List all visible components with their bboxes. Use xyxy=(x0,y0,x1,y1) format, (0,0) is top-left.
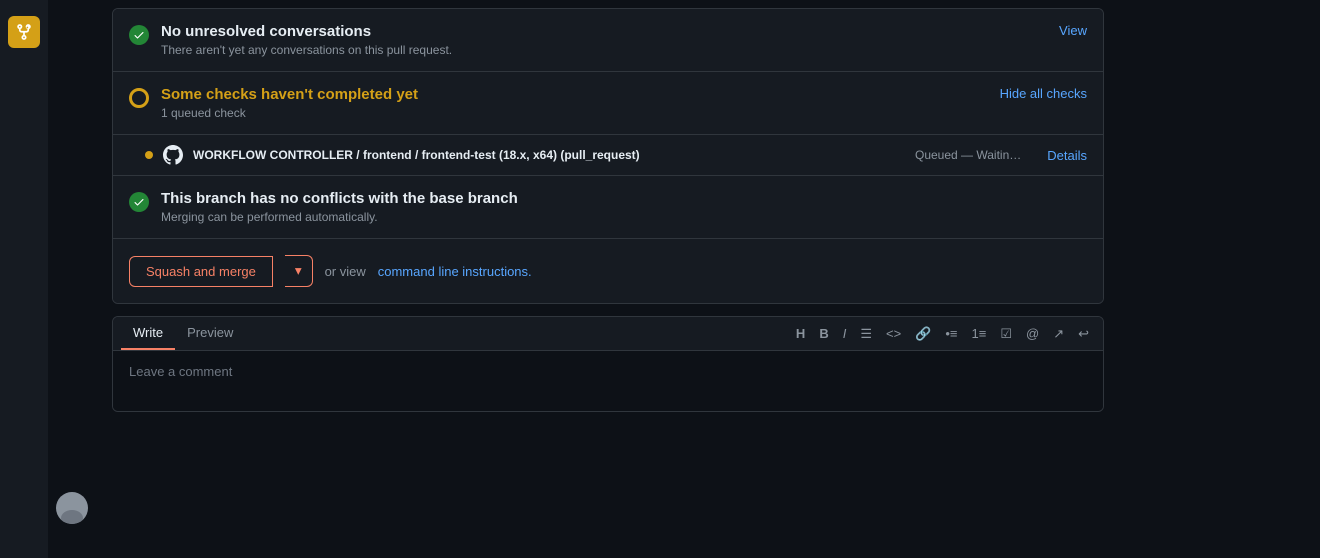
italic-icon-btn[interactable]: I xyxy=(837,322,853,345)
right-spacer xyxy=(1120,0,1320,558)
workflow-details-link[interactable]: Details xyxy=(1047,148,1087,163)
workflow-status-text: Queued — Waitin… xyxy=(915,148,1021,162)
pending-checks-section: Some checks haven't completed yet 1 queu… xyxy=(113,72,1103,135)
conversations-status-icon xyxy=(129,25,149,45)
avatar xyxy=(56,492,88,524)
no-conflicts-subtitle: Merging can be performed automatically. xyxy=(161,210,518,224)
toolbar-icons: H B I ☰ <> 🔗 •≡ 1≡ ☑ @ ↗ ↩ xyxy=(790,318,1095,350)
pending-checks-title: Some checks haven't completed yet xyxy=(161,86,418,103)
avatar-sidebar xyxy=(48,0,96,558)
task-list-icon-btn[interactable]: ☑ xyxy=(994,322,1018,346)
workflow-status-dot xyxy=(145,151,153,159)
git-merge-icon xyxy=(8,16,40,48)
workflow-name: WORKFLOW CONTROLLER / frontend / fronten… xyxy=(193,148,905,162)
workflow-row: WORKFLOW CONTROLLER / frontend / fronten… xyxy=(113,135,1103,176)
pending-checks-subtitle: 1 queued check xyxy=(161,106,418,120)
pr-checks-container: No unresolved conversations There aren't… xyxy=(112,8,1104,304)
no-conversations-title: No unresolved conversations xyxy=(161,23,452,40)
no-conversations-subtitle: There aren't yet any conversations on th… xyxy=(161,43,452,57)
undo-icon-btn[interactable]: ↩ xyxy=(1072,322,1095,346)
comment-toolbar: Write Preview H B I ☰ <> 🔗 •≡ 1≡ ☑ @ ↗ ↩ xyxy=(113,317,1103,351)
mention-icon-btn[interactable]: @ xyxy=(1020,322,1045,345)
pending-checks-inner: Some checks haven't completed yet 1 queu… xyxy=(161,86,1087,120)
link-icon-btn[interactable]: 🔗 xyxy=(909,322,937,346)
pending-checks-icon xyxy=(129,88,149,108)
no-conflicts-status-icon xyxy=(129,192,149,212)
heading-icon-btn[interactable]: H xyxy=(790,322,811,345)
write-tab[interactable]: Write xyxy=(121,317,175,350)
pending-checks-text: Some checks haven't completed yet 1 queu… xyxy=(161,86,418,120)
bullet-list-icon-btn[interactable]: •≡ xyxy=(939,322,963,345)
no-conversations-section: No unresolved conversations There aren't… xyxy=(113,9,1103,72)
no-conversations-inner: No unresolved conversations There aren't… xyxy=(161,23,1087,57)
list-unordered-icon-btn[interactable]: ☰ xyxy=(854,322,878,346)
comment-box: Write Preview H B I ☰ <> 🔗 •≡ 1≡ ☑ @ ↗ ↩… xyxy=(112,316,1104,412)
view-conversations-link[interactable]: View xyxy=(1059,23,1087,38)
squash-merge-button[interactable]: Squash and merge xyxy=(129,256,273,287)
bold-icon-btn[interactable]: B xyxy=(813,322,834,345)
comment-body[interactable]: Leave a comment xyxy=(113,351,1103,411)
comment-placeholder: Leave a comment xyxy=(129,364,232,379)
dropdown-chevron-icon: ▾ xyxy=(295,263,302,279)
preview-tab[interactable]: Preview xyxy=(175,317,245,350)
no-conflicts-title: This branch has no conflicts with the ba… xyxy=(161,190,518,207)
hide-all-checks-link[interactable]: Hide all checks xyxy=(1000,86,1087,101)
numbered-list-icon-btn[interactable]: 1≡ xyxy=(966,322,993,345)
merge-section: Squash and merge ▾ or view command line … xyxy=(113,238,1103,303)
command-line-instructions-link[interactable]: command line instructions. xyxy=(378,264,532,279)
squash-merge-dropdown-button[interactable]: ▾ xyxy=(285,255,313,287)
no-conflicts-section: This branch has no conflicts with the ba… xyxy=(113,176,1103,238)
reference-icon-btn[interactable]: ↗ xyxy=(1047,322,1070,346)
left-sidebar xyxy=(0,0,48,558)
merge-or-text: or view xyxy=(325,264,366,279)
github-icon xyxy=(163,145,183,165)
no-conflicts-text: This branch has no conflicts with the ba… xyxy=(161,190,518,224)
code-icon-btn[interactable]: <> xyxy=(880,322,907,345)
no-conversations-text: No unresolved conversations There aren't… xyxy=(161,23,452,57)
main-content: No unresolved conversations There aren't… xyxy=(96,0,1120,558)
